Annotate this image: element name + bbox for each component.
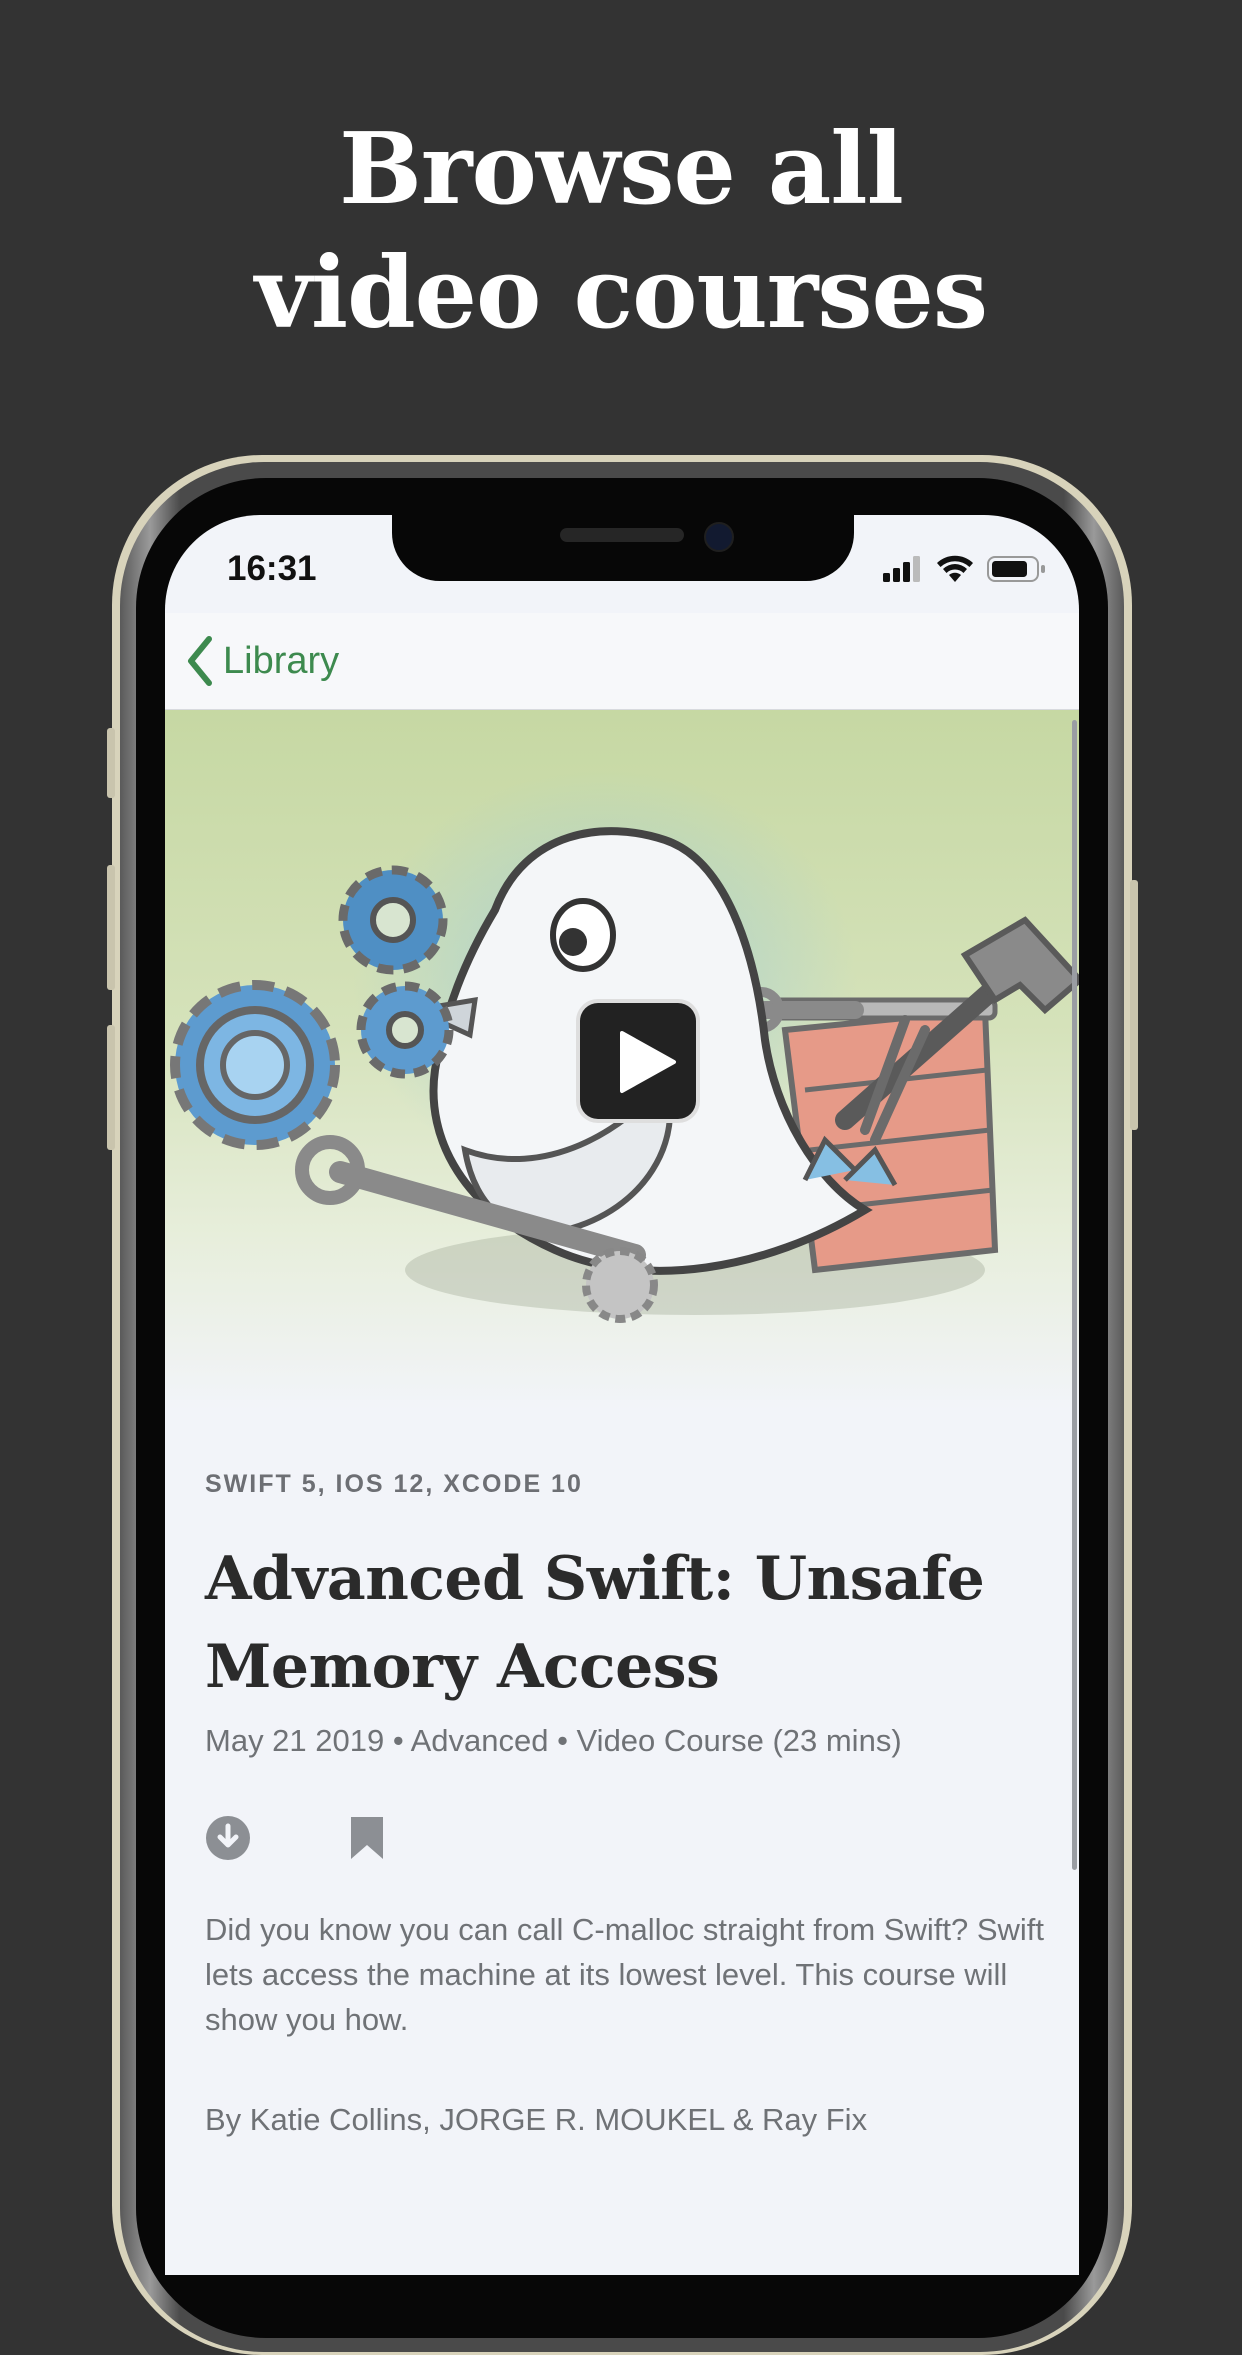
back-button-label: Library <box>223 639 340 682</box>
gear-icon-top <box>338 865 448 975</box>
download-button[interactable] <box>205 1815 251 1865</box>
marketing-headline: Browse all video courses <box>0 108 1242 356</box>
play-video-button[interactable] <box>576 999 700 1123</box>
phone-camera <box>704 522 734 552</box>
status-time: 16:31 <box>227 549 317 588</box>
bookmark-button[interactable] <box>349 1815 385 1865</box>
headline-line-2: video courses <box>254 236 988 351</box>
gear-icon-large <box>170 980 340 1150</box>
scrollbar[interactable] <box>1072 720 1077 1870</box>
phone-speaker <box>560 528 684 542</box>
phone-power-button <box>1130 880 1138 1130</box>
download-icon <box>206 1816 250 1860</box>
course-meta: May 21 2019 • Advanced • Video Course (2… <box>205 1723 902 1758</box>
headline-line-1: Browse all <box>339 112 904 227</box>
back-button[interactable]: Library <box>185 633 339 689</box>
phone-volume-down <box>107 1025 115 1150</box>
course-authors: By Katie Collins, JORGE R. MOUKEL & Ray … <box>205 2102 868 2137</box>
course-title: Advanced Swift: Unsafe Memory Access <box>205 1544 985 1702</box>
course-actions <box>205 1815 385 1865</box>
gear-icon-mid <box>356 981 454 1079</box>
chevron-left-icon <box>188 636 212 686</box>
course-hero-artwork <box>165 710 1079 1410</box>
phone-screen: 16:31 Library SWIFT 5, IOS 12, XCODE 10 … <box>165 515 1079 2275</box>
phone-mute-switch <box>107 728 115 798</box>
play-icon <box>620 1031 676 1093</box>
phone-volume-up <box>107 865 115 990</box>
phone-notch <box>392 515 854 581</box>
navigation-bar: Library <box>165 613 1079 710</box>
course-tags: SWIFT 5, IOS 12, XCODE 10 <box>205 1470 583 1498</box>
battery-icon <box>987 556 1045 582</box>
signal-icon <box>883 556 920 582</box>
wifi-icon <box>937 555 973 582</box>
status-icons <box>883 555 1047 583</box>
bookmark-icon <box>351 1817 383 1859</box>
course-description: Did you know you can call C-malloc strai… <box>205 1912 1045 2037</box>
